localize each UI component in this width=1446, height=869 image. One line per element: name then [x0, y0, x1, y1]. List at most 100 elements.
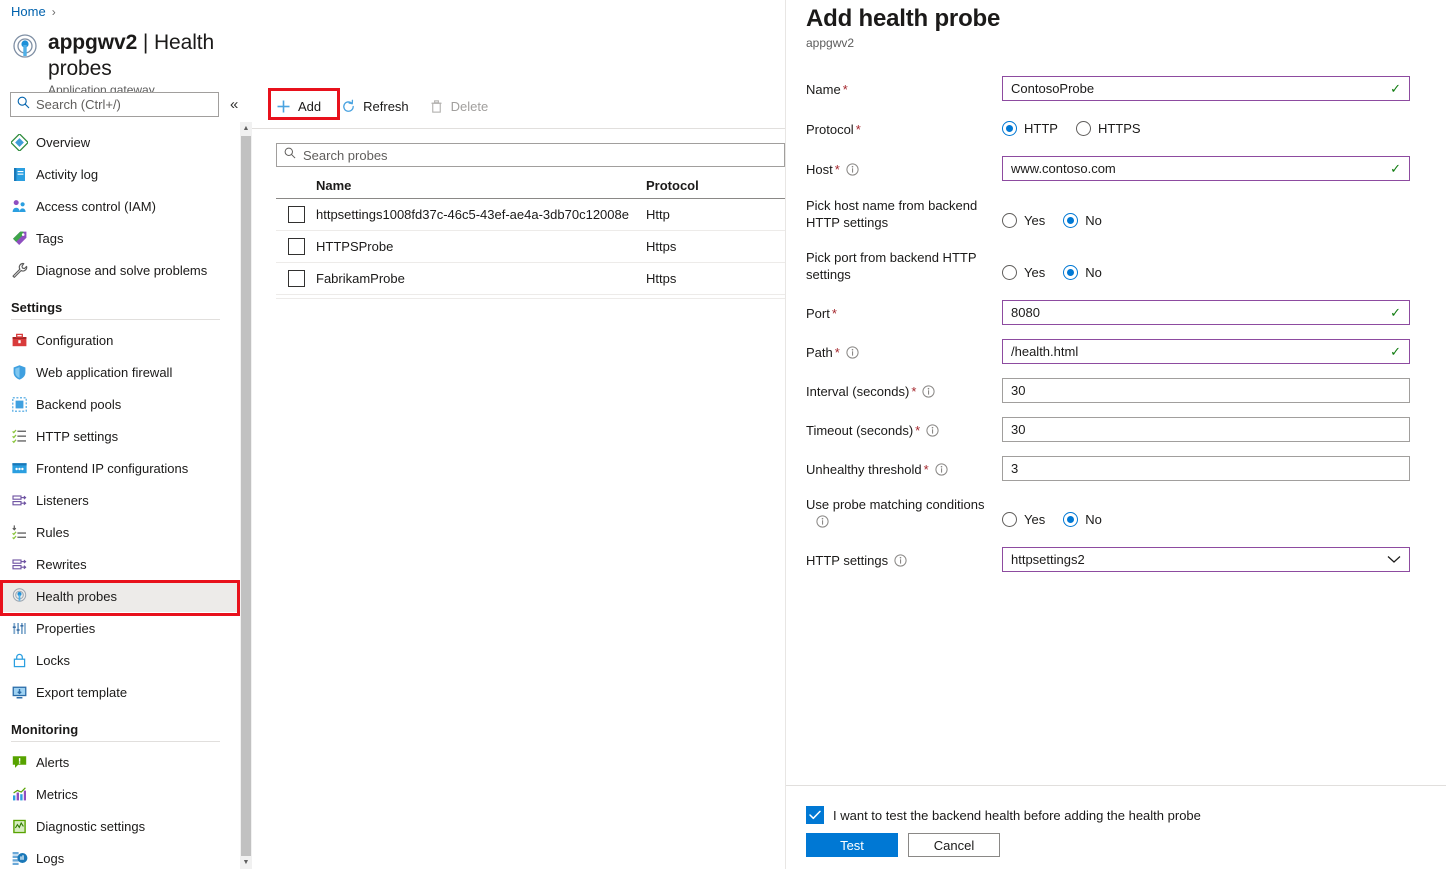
sidebar-item-listeners[interactable]: Listeners [0, 484, 240, 516]
cell-probe-name[interactable]: httpsettings1008fd37c-46c5-43ef-ae4a-3db… [316, 207, 646, 222]
field-protocol-label-text: Protocol [806, 122, 854, 137]
pick-port-radio-no[interactable]: No [1063, 265, 1102, 280]
info-icon[interactable] [846, 346, 859, 363]
health-probe-form: Name * ContosoProbe ✓ Protocol * HTTP HT… [806, 76, 1431, 572]
info-icon[interactable] [926, 424, 939, 441]
panel-subtitle: appgwv2 [806, 36, 855, 50]
add-button[interactable]: Add [268, 96, 329, 117]
info-icon[interactable] [894, 554, 907, 571]
sidebar-item-logs[interactable]: Logs [0, 842, 240, 869]
collapse-nav-icon[interactable]: « [230, 97, 238, 112]
info-icon[interactable] [846, 163, 859, 180]
trash-icon [429, 99, 444, 114]
sidebar-item-backend-pools[interactable]: Backend pools [0, 388, 240, 420]
sidebar-item-http-settings[interactable]: HTTP settings [0, 420, 240, 452]
field-path-label: Path * [806, 339, 1002, 363]
breadcrumb: Home › [11, 4, 56, 19]
sidebar-item-frontend-ip-configurations[interactable]: Frontend IP configurations [0, 452, 240, 484]
unhealthy-threshold-input[interactable]: 3 [1002, 456, 1410, 481]
interval-input[interactable]: 30 [1002, 378, 1410, 403]
radio-dot-selected [1063, 512, 1079, 527]
sidebar-item-rules[interactable]: Rules [0, 516, 240, 548]
sidebar-item-properties[interactable]: Properties [0, 612, 240, 644]
timeout-input[interactable]: 30 [1002, 417, 1410, 442]
cell-probe-protocol: Https [646, 239, 677, 254]
field-interval: Interval (seconds) * 30 [806, 378, 1431, 403]
title-divider: | [137, 31, 154, 54]
info-icon[interactable] [922, 385, 935, 402]
field-http-settings: HTTP settings httpsettings2 [806, 547, 1431, 572]
field-http-settings-label-text: HTTP settings [806, 553, 889, 568]
sidebar-item-access-control-iam-[interactable]: Access control (IAM) [0, 190, 240, 222]
table-row[interactable]: FabrikamProbe Https [276, 263, 785, 295]
info-icon[interactable] [816, 515, 829, 532]
row-checkbox[interactable] [287, 270, 305, 287]
sidebar-group-divider [11, 319, 220, 320]
http-settings-select[interactable]: httpsettings2 [1002, 547, 1410, 572]
scroll-up-icon[interactable]: ▲ [240, 122, 252, 135]
pick-port-radio-group: Yes No [1002, 260, 1431, 285]
breadcrumb-separator: › [51, 5, 56, 19]
protocol-radio-http[interactable]: HTTP [1002, 121, 1058, 136]
probe-search-input[interactable]: Search probes [276, 143, 785, 167]
protocol-radio-https[interactable]: HTTPS [1075, 121, 1141, 136]
field-pick-host-label: Pick host name from backend HTTP setting… [806, 198, 978, 230]
table-row[interactable]: httpsettings1008fd37c-46c5-43ef-ae4a-3db… [276, 199, 785, 231]
sidebar-item-health-probes[interactable]: Health probes [0, 580, 240, 612]
refresh-button[interactable]: Refresh [333, 96, 417, 117]
chevron-down-icon [1387, 553, 1401, 567]
cell-probe-name[interactable]: FabrikamProbe [316, 271, 646, 286]
pick-host-radio-yes[interactable]: Yes [1002, 213, 1045, 228]
field-timeout-label: Timeout (seconds) * [806, 417, 1002, 441]
sidebar-item-tags[interactable]: Tags [0, 222, 240, 254]
row-checkbox[interactable] [287, 238, 305, 255]
info-icon[interactable] [935, 463, 948, 480]
probe-matching-radio-no[interactable]: No [1063, 512, 1102, 527]
field-unhealthy-threshold-label: Unhealthy threshold * [806, 456, 1002, 480]
scroll-down-icon[interactable]: ▼ [240, 856, 252, 869]
sidebar-item-locks[interactable]: Locks [0, 644, 240, 676]
sidebar-item-rewrites[interactable]: Rewrites [0, 548, 240, 580]
pick-host-radio-no[interactable]: No [1063, 213, 1102, 228]
sidebar-item-diagnose-and-solve-problems[interactable]: Diagnose and solve problems [0, 254, 240, 286]
sidebar-item-diagnostic-settings[interactable]: Diagnostic settings [0, 810, 240, 842]
access-control-icon [12, 199, 26, 212]
field-pick-port: Pick port from backend HTTP settings Yes… [806, 248, 1431, 285]
sidebar-item-overview[interactable]: Overview [0, 126, 240, 158]
sidebar-item-label: Properties [36, 620, 96, 636]
probe-matching-radio-yes[interactable]: Yes [1002, 512, 1045, 527]
sidebar-item-activity-log[interactable]: Activity log [0, 158, 240, 190]
alerts-icon [12, 755, 27, 768]
nav-scrollbar[interactable]: ▲ ▼ [240, 122, 252, 869]
host-input[interactable]: www.contoso.com ✓ [1002, 156, 1410, 181]
pick-port-radio-yes[interactable]: Yes [1002, 265, 1045, 280]
column-header-name[interactable]: Name [316, 178, 646, 193]
nav-scrollbar-thumb[interactable] [241, 136, 251, 856]
sidebar-item-metrics[interactable]: Metrics [0, 778, 240, 810]
sidebar-item-export-template[interactable]: Export template [0, 676, 240, 708]
breadcrumb-home[interactable]: Home [11, 4, 46, 19]
search-placeholder: Search (Ctrl+/) [36, 97, 121, 112]
port-input[interactable]: 8080 ✓ [1002, 300, 1410, 325]
row-checkbox[interactable] [287, 206, 305, 223]
table-row[interactable]: HTTPSProbe Https [276, 231, 785, 263]
test-button[interactable]: Test [806, 833, 898, 857]
name-input[interactable]: ContosoProbe ✓ [1002, 76, 1410, 101]
search-input[interactable]: Search (Ctrl+/) [10, 92, 219, 117]
test-backend-health-checkbox-row[interactable]: I want to test the backend health before… [806, 806, 1201, 824]
pick-port-radio-no-label: No [1085, 265, 1102, 280]
sidebar-item-configuration[interactable]: Configuration [0, 324, 240, 356]
cancel-button[interactable]: Cancel [908, 833, 1000, 857]
column-header-protocol[interactable]: Protocol [646, 178, 785, 193]
field-timeout-label-text: Timeout (seconds) [806, 423, 914, 438]
cell-probe-name[interactable]: HTTPSProbe [316, 239, 646, 254]
configuration-icon [12, 333, 27, 346]
probe-search-placeholder: Search probes [303, 147, 388, 163]
test-backend-health-checkbox[interactable] [806, 806, 824, 824]
sidebar-item-web-application-firewall[interactable]: Web application firewall [0, 356, 240, 388]
required-asterisk: * [911, 384, 917, 399]
delete-button: Delete [421, 96, 497, 117]
sidebar-item-alerts[interactable]: Alerts [0, 746, 240, 778]
path-input[interactable]: /health.html ✓ [1002, 339, 1410, 364]
field-host-label-text: Host [806, 162, 833, 177]
